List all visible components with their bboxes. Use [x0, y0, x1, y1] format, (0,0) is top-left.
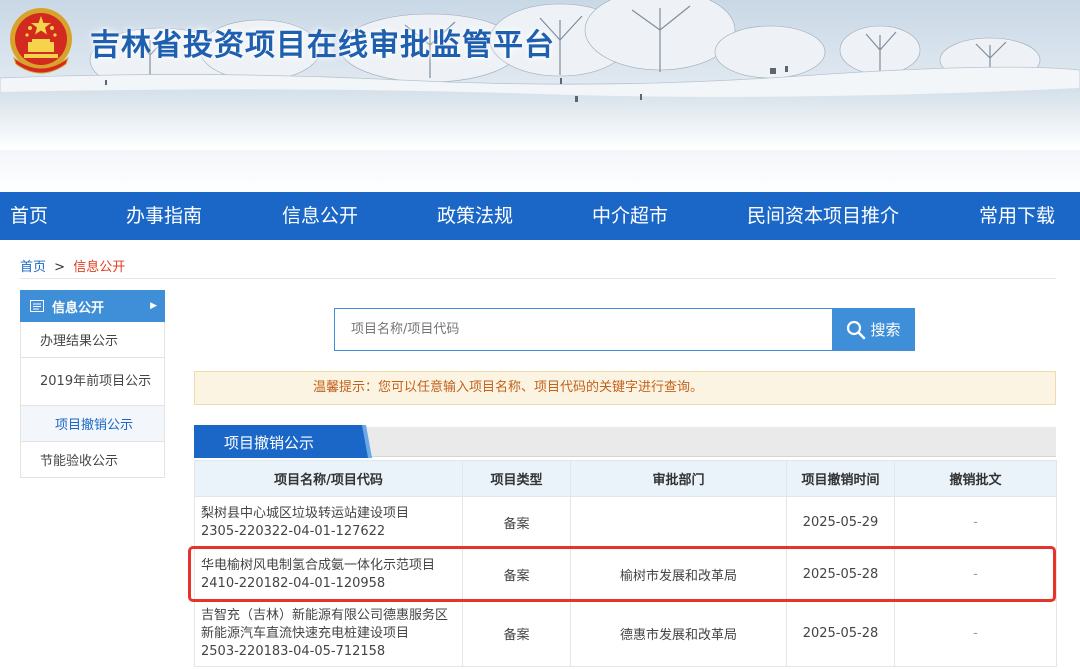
sidebar-item-revocation[interactable]: 项目撤销公示 — [20, 406, 165, 442]
sidebar-item-label: 项目撤销公示 — [55, 418, 134, 433]
project-type-cell: 备案 — [462, 600, 571, 667]
sidebar-item-label: 2019年前项目公示 — [40, 374, 152, 389]
search-input[interactable] — [334, 308, 834, 351]
sidebar-item-label: 节能验收公示 — [40, 454, 119, 469]
document-list-icon — [30, 300, 44, 312]
nav-item-policy[interactable]: 政策法规 — [437, 192, 513, 240]
project-name-cell[interactable]: 吉智充（吉林）新能源有限公司德惠服务区 新能源汽车直流快速充电桩建设项目 250… — [194, 600, 463, 667]
approval-dept-cell: 榆树市发展和改革局 — [570, 548, 787, 601]
national-emblem-icon — [10, 8, 72, 74]
revocation-date-cell: 2025-05-28 — [786, 600, 895, 667]
nav-item-agency-market[interactable]: 中介超市 — [592, 192, 668, 240]
sidebar-item-results[interactable]: 办理结果公示 — [20, 322, 165, 358]
nav-item-info-public[interactable]: 信息公开 — [282, 192, 358, 240]
main-nav: 首页 办事指南 信息公开 政策法规 中介超市 民间资本项目推介 常用下载 — [0, 192, 1080, 240]
project-name-cell[interactable]: 华电榆树风电制氢合成氨一体化示范项目 2410-220182-04-01-120… — [194, 548, 463, 601]
revocation-table: 项目名称/项目代码 项目类型 审批部门 项目撤销时间 撤销批文 梨树县中心城区垃… — [194, 460, 1057, 667]
search-button-label: 搜索 — [870, 321, 901, 339]
project-code: 2503-220183-04-05-712158 — [201, 643, 386, 659]
chevron-right-icon: ▶ — [150, 301, 157, 311]
revocation-doc-cell: - — [894, 600, 1057, 667]
project-type-cell: 备案 — [462, 548, 571, 601]
column-header-date: 项目撤销时间 — [786, 460, 895, 497]
revocation-doc-cell: - — [894, 548, 1057, 601]
project-name-continued: 新能源汽车直流快速充电桩建设项目 — [201, 625, 410, 641]
column-header-type: 项目类型 — [462, 460, 571, 497]
project-name: 梨树县中心城区垃圾转运站建设项目 — [201, 505, 410, 521]
revocation-date-cell: 2025-05-28 — [786, 548, 895, 601]
revocation-doc-cell: - — [894, 496, 1057, 549]
project-code: 2410-220182-04-01-120958 — [201, 575, 386, 591]
search-tip: 温馨提示：您可以任意输入项目名称、项目代码的关键字进行查询。 — [194, 371, 1056, 405]
project-type-cell: 备案 — [462, 496, 571, 549]
sidebar-item-label: 办理结果公示 — [40, 334, 119, 349]
sidebar-item-pre-2019[interactable]: 2019年前项目公示 — [20, 358, 165, 406]
header-banner: 吉林省投资项目在线审批监管平台 — [0, 0, 1080, 192]
section-title: 项目撤销公示 — [224, 434, 315, 452]
approval-dept-cell: 德惠市发展和改革局 — [570, 600, 787, 667]
nav-item-home[interactable]: 首页 — [10, 192, 48, 240]
table-row[interactable]: 华电榆树风电制氢合成氨一体化示范项目 2410-220182-04-01-120… — [194, 548, 1057, 601]
sidebar: 信息公开 ▶ 办理结果公示 2019年前项目公示 项目撤销公示 节能验收公示 — [20, 290, 165, 478]
project-name: 华电榆树风电制氢合成氨一体化示范项目 — [201, 557, 436, 573]
column-header-doc: 撤销批文 — [894, 460, 1057, 497]
revocation-date-cell: 2025-05-29 — [786, 496, 895, 549]
nav-item-guide[interactable]: 办事指南 — [126, 192, 202, 240]
breadcrumb-home[interactable]: 首页 — [20, 260, 46, 275]
table-row[interactable]: 梨树县中心城区垃圾转运站建设项目 2305-220322-04-01-12762… — [194, 496, 1057, 549]
breadcrumb-divider — [20, 278, 1056, 279]
project-name: 吉智充（吉林）新能源有限公司德惠服务区 — [201, 607, 449, 623]
breadcrumb-current[interactable]: 信息公开 — [73, 260, 125, 275]
project-name-cell[interactable]: 梨树县中心城区垃圾转运站建设项目 2305-220322-04-01-12762… — [194, 496, 463, 549]
sidebar-title[interactable]: 信息公开 ▶ — [20, 290, 165, 322]
nav-item-private-capital[interactable]: 民间资本项目推介 — [747, 192, 899, 240]
column-header-dept: 审批部门 — [570, 460, 787, 497]
approval-dept-cell — [570, 496, 787, 549]
search-button[interactable]: 搜索 — [832, 308, 915, 351]
table-header-row: 项目名称/项目代码 项目类型 审批部门 项目撤销时间 撤销批文 — [194, 460, 1057, 497]
site-title: 吉林省投资项目在线审批监管平台 — [90, 28, 555, 63]
column-header-name: 项目名称/项目代码 — [194, 460, 463, 497]
nav-item-downloads[interactable]: 常用下载 — [979, 192, 1055, 240]
breadcrumb: 首页 > 信息公开 — [20, 256, 125, 275]
table-row[interactable]: 吉智充（吉林）新能源有限公司德惠服务区 新能源汽车直流快速充电桩建设项目 250… — [194, 600, 1057, 667]
project-code: 2305-220322-04-01-127622 — [201, 523, 386, 539]
breadcrumb-separator: > — [54, 260, 66, 275]
search-icon — [847, 320, 866, 339]
sidebar-title-label: 信息公开 — [52, 300, 105, 316]
sidebar-item-energy-saving[interactable]: 节能验收公示 — [20, 442, 165, 478]
